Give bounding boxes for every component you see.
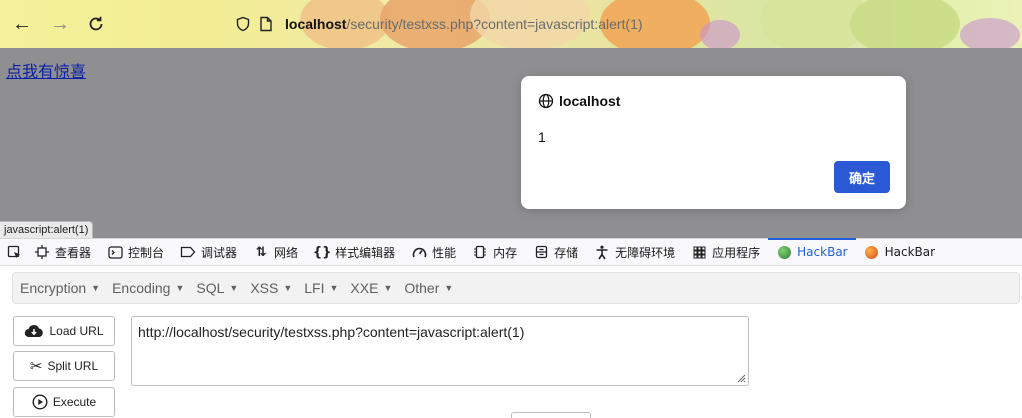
performance-icon [411, 244, 427, 260]
tab-storage[interactable]: 存储 [525, 239, 586, 265]
address-bar[interactable]: localhost/security/testxss.php?content=j… [235, 12, 643, 36]
back-arrow-icon: ← [12, 13, 32, 35]
tab-label: 无障碍环境 [615, 245, 676, 260]
caret-down-icon: ▼ [175, 283, 185, 293]
tab-performance[interactable]: 性能 [403, 239, 464, 265]
hackbar-icon [864, 244, 880, 260]
tab-application[interactable]: 应用程序 [683, 239, 768, 265]
alert-dialog: localhost 1 确定 [521, 76, 906, 209]
theme-flower-decoration [960, 18, 1020, 48]
tab-accessibility[interactable]: 无障碍环境 [586, 239, 683, 265]
tab-label: 网络 [274, 245, 299, 260]
tab-debugger[interactable]: 调试器 [172, 239, 245, 265]
dialog-header: localhost [538, 93, 620, 109]
forward-button[interactable]: → [48, 12, 72, 36]
url-path: /security/testxss.php?content=javascript… [346, 16, 643, 32]
button-label: Load URL [49, 324, 104, 338]
dialog-origin: localhost [559, 93, 621, 109]
theme-egg-decoration [850, 0, 960, 48]
menu-encoding[interactable]: Encoding ▼ [112, 280, 192, 296]
tab-style-editor[interactable]: {} 样式编辑器 [306, 239, 403, 265]
accessibility-icon [594, 244, 610, 260]
element-picker-button[interactable] [4, 239, 26, 265]
caret-down-icon: ▼ [283, 283, 293, 293]
tab-label: HackBar [797, 245, 848, 259]
reload-button[interactable] [84, 12, 108, 36]
tab-label: HackBar [884, 245, 936, 259]
reload-icon [89, 16, 103, 31]
menu-xxe[interactable]: XXE ▼ [350, 280, 400, 296]
globe-icon [538, 93, 554, 109]
tab-hackbar[interactable]: HackBar [856, 239, 943, 265]
theme-flower-decoration [700, 20, 740, 48]
menu-xss[interactable]: XSS ▼ [250, 280, 300, 296]
application-icon [691, 244, 707, 260]
console-icon [107, 244, 123, 260]
ok-button[interactable]: 确定 [834, 161, 890, 193]
button-label: Execute [52, 395, 97, 409]
tab-memory[interactable]: 内存 [464, 239, 525, 265]
url-textarea-value: http://localhost/security/testxss.php?co… [138, 324, 525, 340]
hackbar-icon [776, 244, 792, 260]
devtools-tabbar: 查看器 控制台 调试器 ⇅ 网络 {} 样式编辑器 性能 内存 存储 无障碍环境… [0, 238, 1022, 266]
surprise-link[interactable]: 点我有惊喜 [6, 58, 86, 82]
caret-down-icon: ▼ [329, 283, 339, 293]
caret-down-icon: ▼ [444, 283, 454, 293]
page-icon [260, 16, 272, 32]
url-host: localhost [285, 16, 347, 32]
caret-down-icon: ▼ [229, 283, 239, 293]
dialog-message: 1 [538, 129, 546, 145]
load-url-button[interactable]: Load URL [13, 316, 115, 346]
shield-icon [236, 16, 250, 32]
hackbar-menu: Encryption ▼ Encoding ▼ SQL ▼ XSS ▼ LFI ▼ XXE… [12, 272, 1020, 304]
button-label: Split URL [47, 359, 99, 373]
forward-arrow-icon: → [50, 13, 70, 35]
memory-icon [472, 244, 488, 260]
debugger-icon [180, 244, 196, 260]
split-url-button[interactable]: ✂ Split URL [13, 351, 115, 381]
tab-label: 性能 [432, 245, 457, 260]
back-button[interactable]: ← [10, 12, 34, 36]
tab-label: 样式编辑器 [335, 245, 396, 260]
tab-label: 控制台 [128, 245, 165, 260]
hackbar-panel: Encryption ▼ Encoding ▼ SQL ▼ XSS ▼ LFI ▼ XXE… [0, 266, 1022, 418]
inspector-icon [34, 244, 50, 260]
menu-other[interactable]: Other ▼ [404, 280, 461, 296]
tab-inspector[interactable]: 查看器 [26, 239, 99, 265]
tab-label: 应用程序 [712, 245, 761, 260]
tab-label: 调试器 [201, 245, 238, 260]
tab-label: 存储 [554, 245, 579, 260]
storage-icon [533, 244, 549, 260]
resize-grip-icon[interactable] [736, 373, 746, 383]
tab-console[interactable]: 控制台 [99, 239, 172, 265]
scissors-icon: ✂ [29, 358, 43, 375]
play-circle-icon [32, 394, 48, 410]
menu-lfi[interactable]: LFI ▼ [304, 280, 346, 296]
browser-toolbar: ← → localhost/security/testxss.php?conte… [0, 0, 1022, 48]
tab-hackbar-active[interactable]: HackBar [768, 238, 857, 265]
cloud-download-icon [25, 325, 44, 338]
tab-label: 内存 [493, 245, 518, 260]
execute-button[interactable]: Execute [13, 387, 115, 417]
caret-down-icon: ▼ [383, 283, 393, 293]
url-textarea[interactable]: http://localhost/security/testxss.php?co… [131, 316, 749, 386]
link-status-tooltip: javascript:alert(1) [0, 221, 94, 238]
menu-sql[interactable]: SQL ▼ [196, 280, 246, 296]
partially-visible-control[interactable] [511, 412, 591, 418]
element-picker-icon [6, 244, 22, 260]
tab-label: 查看器 [55, 245, 92, 260]
caret-down-icon: ▼ [91, 283, 101, 293]
network-icon: ⇅ [255, 244, 267, 260]
tab-network[interactable]: ⇅ 网络 [245, 239, 306, 265]
style-editor-icon: {} [312, 244, 332, 260]
menu-encryption[interactable]: Encryption ▼ [20, 280, 108, 296]
